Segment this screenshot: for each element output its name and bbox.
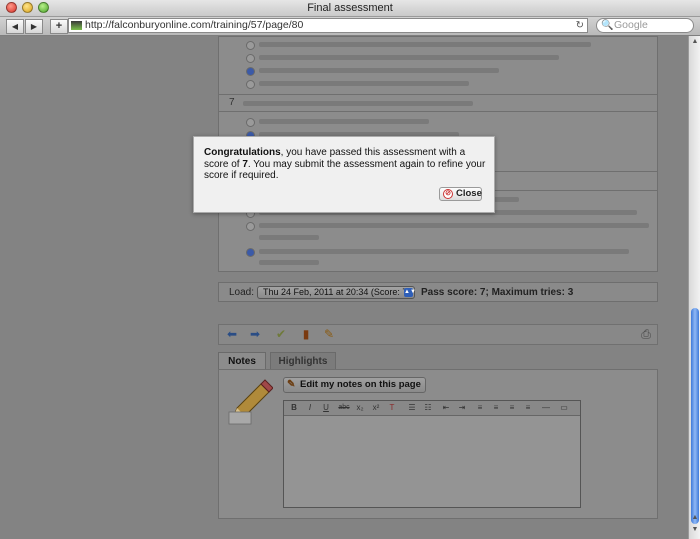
back-button[interactable]: ◀ — [6, 19, 24, 34]
align-right-button[interactable]: ≡ — [506, 402, 518, 413]
row-divider — [219, 111, 657, 112]
load-attempt-bar: Load: Thu 24 Feb, 2011 at 20:34 (Score: … — [218, 282, 658, 302]
question-number: 7 — [229, 97, 235, 108]
strikethrough-button[interactable]: abc — [336, 402, 352, 413]
pencil-icon: ✎ — [287, 379, 296, 390]
back-arrow-icon[interactable]: ⬅ — [225, 328, 239, 341]
blurred-answer-text — [259, 223, 649, 228]
page-viewport: 7 Load: Thu 24 Feb, 2011 at 20:34 (Score… — [0, 36, 688, 539]
underline-button[interactable]: U — [320, 402, 332, 413]
blurred-answer-text — [259, 42, 591, 47]
blurred-answer-text — [259, 249, 629, 254]
clear-format-button[interactable]: T — [386, 402, 398, 413]
load-attempt-select[interactable]: Thu 24 Feb, 2011 at 20:34 (Score: 7) ▲▼ — [257, 286, 416, 299]
reload-icon[interactable]: ↻ — [576, 19, 584, 32]
superscript-button[interactable]: x² — [370, 402, 382, 413]
outdent-button[interactable]: ⇤ — [440, 402, 452, 413]
assessment-result-dialog: Congratulations, you have passed this as… — [193, 136, 495, 213]
window-titlebar: Final assessment — [0, 0, 700, 17]
url-text[interactable]: http://falconburyonline.com/training/57/… — [85, 19, 303, 32]
search-icon: 🔍 — [601, 20, 614, 31]
tab-notes[interactable]: Notes — [218, 352, 266, 369]
browser-toolbar: ◀ ▶ + http://falconburyonline.com/traini… — [0, 17, 700, 36]
scroll-up-icon[interactable]: ▲ — [690, 38, 700, 45]
bold-button[interactable]: B — [288, 402, 300, 413]
scrollbar-thumb[interactable] — [691, 308, 699, 524]
site-favicon-icon — [71, 21, 82, 30]
pencil-illustration-icon — [228, 379, 273, 425]
vertical-scrollbar[interactable]: ▲ ▲ ▼ — [688, 36, 700, 539]
dialog-message: Congratulations, you have passed this as… — [204, 147, 486, 182]
italic-button[interactable]: I — [304, 402, 316, 413]
zoom-window-button[interactable] — [38, 2, 49, 13]
row-divider — [219, 94, 657, 95]
load-selected-value: Thu 24 Feb, 2011 at 20:34 (Score: 7) — [263, 287, 411, 297]
edit-notes-label: Edit my notes on this page — [300, 379, 421, 390]
answer-radio-selected[interactable] — [246, 248, 255, 257]
edit-notes-button[interactable]: ✎ Edit my notes on this page — [283, 377, 426, 393]
horizontal-rule-button[interactable]: — — [540, 402, 552, 413]
indent-button[interactable]: ⇥ — [456, 402, 468, 413]
answer-radio[interactable] — [246, 80, 255, 89]
justify-button[interactable]: ≡ — [522, 402, 534, 413]
answer-radio-selected[interactable] — [246, 67, 255, 76]
print-icon[interactable]: ⎙ — [639, 328, 653, 341]
load-label: Load: — [229, 287, 255, 298]
align-left-button[interactable]: ≡ — [474, 402, 486, 413]
blurred-answer-text — [259, 81, 469, 86]
add-bookmark-button[interactable]: + — [50, 19, 68, 34]
window-controls — [6, 2, 49, 13]
blurred-answer-text — [259, 260, 319, 265]
dialog-close-button[interactable]: ⊘ Close — [439, 187, 482, 201]
bookmark-icon[interactable]: ▮ — [299, 328, 313, 341]
notes-text-area[interactable] — [284, 416, 580, 507]
pencil-icon[interactable]: ✎ — [322, 328, 336, 341]
congratulations-heading: Congratulations — [204, 147, 281, 158]
checkmark-icon[interactable]: ✔ — [274, 328, 288, 341]
tab-highlights[interactable]: Highlights — [270, 352, 336, 369]
forward-arrow-icon[interactable]: ➡ — [248, 328, 262, 341]
numbered-list-button[interactable]: ☷ — [422, 402, 434, 413]
pass-score-info: Pass score: 7; Maximum tries: 3 — [421, 287, 574, 298]
page-actions-bar: ⬅ ➡ ✔ ▮ ✎ ⎙ — [218, 324, 658, 345]
search-placeholder: Google — [614, 19, 648, 31]
forward-button[interactable]: ▶ — [25, 19, 43, 34]
bullet-list-button[interactable]: ☰ — [406, 402, 418, 413]
blurred-question-text — [243, 101, 473, 106]
search-field[interactable]: 🔍 Google — [596, 18, 694, 33]
notes-editor: B I U abc x₂ x² T ☰ ☷ ⇤ ⇥ ≡ ≡ ≡ ≡ — ▭ — [283, 400, 581, 508]
window-title: Final assessment — [307, 2, 393, 14]
blurred-answer-text — [259, 55, 559, 60]
answer-radio[interactable] — [246, 54, 255, 63]
blurred-answer-text — [259, 235, 319, 240]
answer-radio[interactable] — [246, 118, 255, 127]
insert-image-button[interactable]: ▭ — [558, 402, 570, 413]
minimize-window-button[interactable] — [22, 2, 33, 13]
blurred-answer-text — [259, 68, 499, 73]
close-icon: ⊘ — [443, 189, 453, 199]
blurred-answer-text — [259, 119, 429, 124]
address-bar[interactable]: http://falconburyonline.com/training/57/… — [68, 18, 588, 33]
select-arrows-icon: ▲▼ — [404, 288, 416, 297]
close-button-label: Close — [456, 188, 482, 199]
subscript-button[interactable]: x₂ — [354, 402, 366, 413]
editor-toolbar: B I U abc x₂ x² T ☰ ☷ ⇤ ⇥ ≡ ≡ ≡ ≡ — ▭ — [284, 401, 580, 416]
scroll-down-icon[interactable]: ▼ — [690, 526, 700, 533]
align-center-button[interactable]: ≡ — [490, 402, 502, 413]
close-window-button[interactable] — [6, 2, 17, 13]
answer-radio[interactable] — [246, 222, 255, 231]
scroll-up-icon[interactable]: ▲ — [690, 514, 700, 521]
answer-radio[interactable] — [246, 41, 255, 50]
notes-panel: ✎ Edit my notes on this page B I U abc x… — [218, 369, 658, 519]
